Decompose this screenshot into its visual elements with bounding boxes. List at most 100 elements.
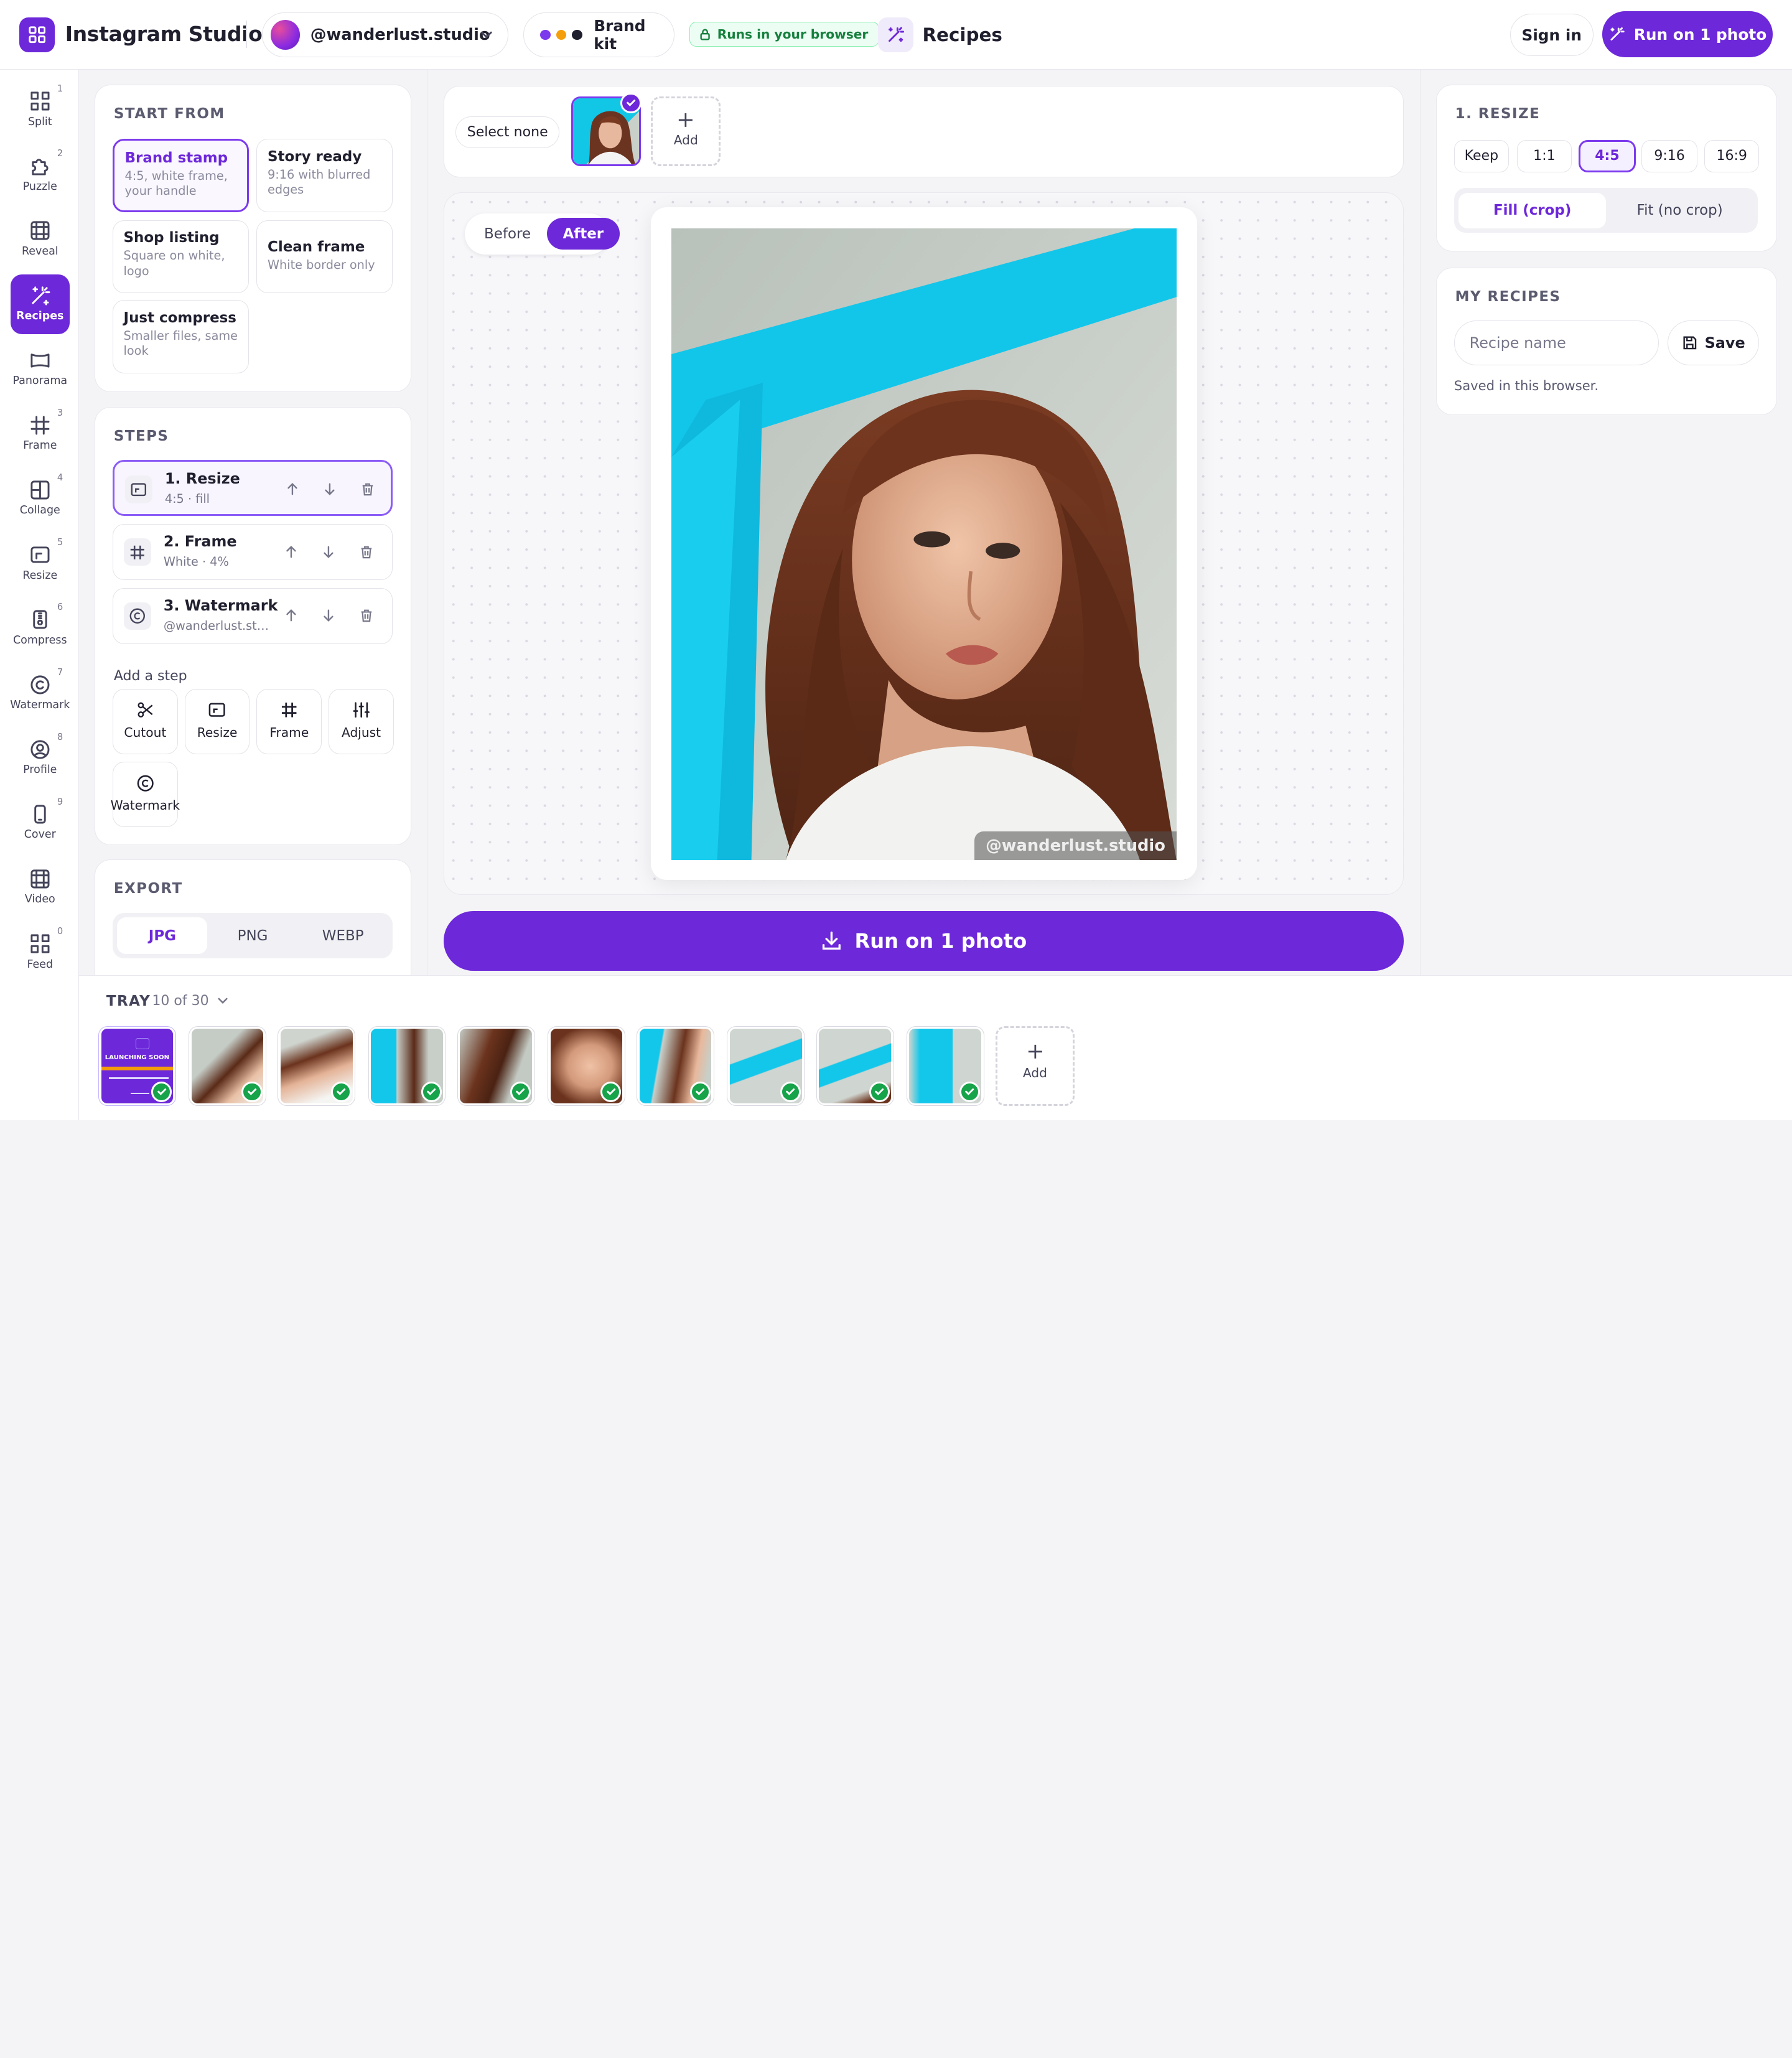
format-webp[interactable]: WEBP [298, 917, 388, 954]
tray-thumb[interactable] [637, 1026, 715, 1106]
rail-item-compress[interactable]: Compress 6 [11, 599, 70, 658]
account-switcher[interactable]: @wanderlust.studio [261, 12, 509, 57]
framed-preview: @wanderlust.studio [651, 207, 1198, 880]
recipe-name-input[interactable] [1454, 320, 1659, 365]
fit-mode-toggle: Fill (crop) Fit (no crop) [1454, 188, 1758, 233]
ratio-16-9[interactable]: 16:9 [1704, 140, 1760, 172]
arrow-up-icon[interactable] [284, 545, 299, 559]
runs-badge-label: Runs in your browser [717, 27, 869, 42]
format-jpg[interactable]: JPG [117, 917, 208, 955]
rail-item-frame[interactable]: Frame 3 [11, 404, 70, 464]
run-top-label: Run on 1 photo [1633, 25, 1767, 44]
floppy-disk-icon [1683, 336, 1697, 350]
run-top-button[interactable]: Run on 1 photo [1602, 11, 1773, 57]
tray-thumb[interactable] [816, 1026, 894, 1106]
add-photo-button[interactable]: Add [651, 96, 721, 167]
rail-item-label: Frame [23, 439, 57, 452]
add-frame-button[interactable]: Frame [256, 688, 322, 754]
arrow-up-icon[interactable] [284, 608, 299, 623]
add-cutout-button[interactable]: Cutout [113, 688, 178, 754]
add-resize-button[interactable]: Resize [184, 688, 250, 754]
rail-item-puzzle[interactable]: Puzzle 2 [11, 145, 70, 205]
ratio-9-16[interactable]: 9:16 [1641, 140, 1698, 172]
copyright-icon [123, 602, 151, 630]
rail-item-video[interactable]: Video [11, 858, 70, 917]
tray-thumb[interactable] [457, 1026, 535, 1106]
rail-item-panorama[interactable]: Panorama [11, 339, 70, 399]
rail-item-reveal[interactable]: Reveal [11, 210, 70, 269]
before-tab[interactable]: Before [468, 218, 546, 250]
trash-icon[interactable] [359, 545, 374, 559]
rail-item-cover[interactable]: Cover 9 [11, 793, 70, 853]
app-root: Instagram Studio @wanderlust.studio Bran… [0, 0, 1792, 1121]
profile-icon [29, 739, 51, 760]
rail-item-resize[interactable]: Resize 5 [11, 534, 70, 594]
preset-story-ready[interactable]: Story ready 9:16 with blurred edges [256, 139, 393, 212]
tray-thumb[interactable] [189, 1026, 266, 1106]
arrow-up-icon[interactable] [285, 482, 300, 497]
add-button-label: Adjust [341, 724, 381, 740]
rail-item-recipes[interactable]: Recipes [10, 274, 70, 334]
account-name: @wanderlust.studio [310, 26, 490, 45]
brand-color-swatch [540, 29, 551, 40]
step-watermark[interactable]: 3. Watermark @wanderlust.stu… [113, 588, 393, 645]
tray-add-button[interactable]: Add [996, 1026, 1075, 1106]
export-card: EXPORT JPG PNG WEBP [95, 859, 412, 975]
add-adjust-button[interactable]: Adjust [329, 688, 394, 754]
selection-strip: Select none Add [443, 85, 1404, 177]
step-frame[interactable]: 2. Frame White · 4% [113, 524, 393, 581]
tray-count-dropdown[interactable]: 10 of 30 [152, 993, 229, 1009]
resize-settings-title: 1. RESIZE [1455, 105, 1541, 122]
app-logo-icon[interactable] [19, 17, 55, 53]
trash-icon[interactable] [359, 608, 374, 623]
arrow-down-icon[interactable] [322, 482, 337, 497]
tray-thumb[interactable]: LAUNCHING SOON [98, 1026, 176, 1106]
rail-item-watermark[interactable]: Watermark 7 [10, 663, 70, 723]
tray-thumb[interactable] [727, 1026, 805, 1106]
preset-brand-stamp[interactable]: Brand stamp 4:5, white frame, your handl… [113, 139, 249, 212]
save-recipe-button[interactable]: Save [1668, 320, 1760, 365]
tray-thumb[interactable] [368, 1026, 446, 1106]
section-title: Recipes [922, 24, 1002, 46]
trash-icon[interactable] [360, 482, 375, 497]
magic-wand-icon [877, 17, 913, 53]
rail-item-label: Profile [23, 764, 57, 777]
arrow-down-icon[interactable] [321, 545, 336, 559]
mode-fit-no-crop[interactable]: Fit (no crop) [1606, 193, 1753, 228]
rail-item-profile[interactable]: Profile 8 [11, 728, 70, 788]
arrow-down-icon[interactable] [321, 608, 336, 623]
brand-kit-button[interactable]: Brand kit [523, 12, 674, 57]
hash-frame-icon [29, 414, 51, 436]
format-png[interactable]: PNG [207, 917, 297, 954]
step-resize[interactable]: 1. Resize 4:5 · fill [113, 460, 393, 517]
shortcut-number: 9 [57, 796, 63, 807]
film-icon [29, 220, 51, 241]
add-photo-label: Add [673, 133, 698, 148]
hash-frame-icon [282, 703, 297, 718]
shortcut-number: 4 [57, 472, 63, 484]
tray-thumb[interactable] [547, 1026, 625, 1106]
rail-item-split[interactable]: Split 1 [11, 80, 70, 140]
add-watermark-button[interactable]: Watermark [111, 762, 180, 828]
download-icon [823, 932, 841, 950]
rail-item-collage[interactable]: Collage 4 [11, 469, 70, 529]
rail-item-feed[interactable]: Feed 0 [11, 923, 70, 983]
rail-item-label: Compress [12, 634, 67, 647]
after-tab[interactable]: After [546, 218, 620, 250]
run-main-button[interactable]: Run on 1 photo [443, 911, 1404, 971]
tray-thumb[interactable] [906, 1026, 984, 1106]
preset-clean-frame[interactable]: Clean frame White border only [256, 220, 393, 294]
preview-photo: @wanderlust.studio [671, 228, 1177, 861]
preset-just-compress[interactable]: Just compress Smaller files, same look [113, 300, 249, 373]
preset-shop-listing[interactable]: Shop listing Square on white, logo [113, 220, 249, 294]
ratio-1-1[interactable]: 1:1 [1516, 140, 1572, 172]
my-recipes-card: MY RECIPES Save Saved in this browser. [1436, 267, 1777, 415]
export-format-toggle: JPG PNG WEBP [113, 912, 393, 959]
rail-item-label: Feed [27, 958, 54, 971]
select-none-button[interactable]: Select none [455, 116, 560, 148]
ratio-keep[interactable]: Keep [1454, 140, 1509, 172]
ratio-4-5[interactable]: 4:5 [1579, 140, 1636, 172]
mode-fill-crop[interactable]: Fill (crop) [1458, 192, 1607, 228]
tray-thumb[interactable] [278, 1026, 356, 1106]
sign-in-button[interactable]: Sign in [1510, 14, 1594, 56]
